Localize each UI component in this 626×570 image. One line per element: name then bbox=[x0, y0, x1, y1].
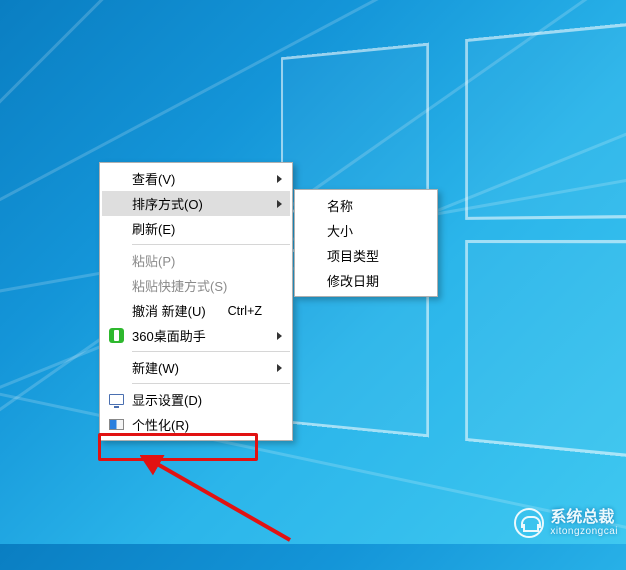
menu-new[interactable]: 新建(W) bbox=[102, 355, 290, 380]
submenu-arrow-icon bbox=[277, 332, 282, 340]
desktop-context-menu: 查看(V) 排序方式(O) 刷新(E) 粘贴(P) 粘贴快捷方式(S) 撤消 新… bbox=[99, 162, 293, 441]
menu-label: 名称 bbox=[327, 196, 407, 215]
menu-view[interactable]: 查看(V) bbox=[102, 166, 290, 191]
menu-label: 个性化(R) bbox=[132, 415, 262, 434]
menu-label: 查看(V) bbox=[132, 169, 262, 188]
display-icon bbox=[108, 392, 124, 408]
sort-by-submenu: 名称 大小 项目类型 修改日期 bbox=[294, 189, 438, 297]
menu-label: 新建(W) bbox=[132, 358, 262, 377]
personalize-icon bbox=[108, 417, 124, 433]
watermark-logo-icon bbox=[514, 508, 544, 538]
menu-label: 修改日期 bbox=[327, 271, 407, 290]
menu-label: 排序方式(O) bbox=[132, 194, 262, 213]
menu-label: 项目类型 bbox=[327, 246, 407, 265]
menu-separator bbox=[132, 351, 290, 352]
submenu-arrow-icon bbox=[277, 364, 282, 372]
submenu-sort-name[interactable]: 名称 bbox=[297, 193, 435, 218]
menu-label: 大小 bbox=[327, 221, 407, 240]
360-icon bbox=[108, 328, 124, 344]
watermark-title: 系统总裁 bbox=[550, 509, 618, 527]
menu-display-settings[interactable]: 显示设置(D) bbox=[102, 387, 290, 412]
menu-label: 360桌面助手 bbox=[132, 326, 262, 345]
annotation-arrow bbox=[140, 455, 300, 545]
menu-label: 粘贴(P) bbox=[132, 251, 262, 270]
menu-label: 粘贴快捷方式(S) bbox=[132, 276, 262, 295]
menu-360-desktop-helper[interactable]: 360桌面助手 bbox=[102, 323, 290, 348]
menu-label: 刷新(E) bbox=[132, 219, 262, 238]
menu-paste: 粘贴(P) bbox=[102, 248, 290, 273]
menu-label: 显示设置(D) bbox=[132, 390, 262, 409]
menu-shortcut: Ctrl+Z bbox=[228, 304, 262, 318]
menu-personalize[interactable]: 个性化(R) bbox=[102, 412, 290, 437]
menu-undo-new[interactable]: 撤消 新建(U) Ctrl+Z bbox=[102, 298, 290, 323]
watermark-sub: xitongzongcai bbox=[550, 526, 618, 537]
submenu-sort-type[interactable]: 项目类型 bbox=[297, 243, 435, 268]
submenu-sort-date[interactable]: 修改日期 bbox=[297, 268, 435, 293]
submenu-arrow-icon bbox=[277, 200, 282, 208]
watermark: 系统总裁 xitongzongcai bbox=[514, 508, 618, 538]
menu-paste-shortcut: 粘贴快捷方式(S) bbox=[102, 273, 290, 298]
menu-separator bbox=[132, 244, 290, 245]
menu-separator bbox=[132, 383, 290, 384]
submenu-arrow-icon bbox=[277, 175, 282, 183]
submenu-sort-size[interactable]: 大小 bbox=[297, 218, 435, 243]
menu-sort-by[interactable]: 排序方式(O) bbox=[102, 191, 290, 216]
menu-label: 撤消 新建(U) bbox=[132, 301, 214, 320]
menu-refresh[interactable]: 刷新(E) bbox=[102, 216, 290, 241]
